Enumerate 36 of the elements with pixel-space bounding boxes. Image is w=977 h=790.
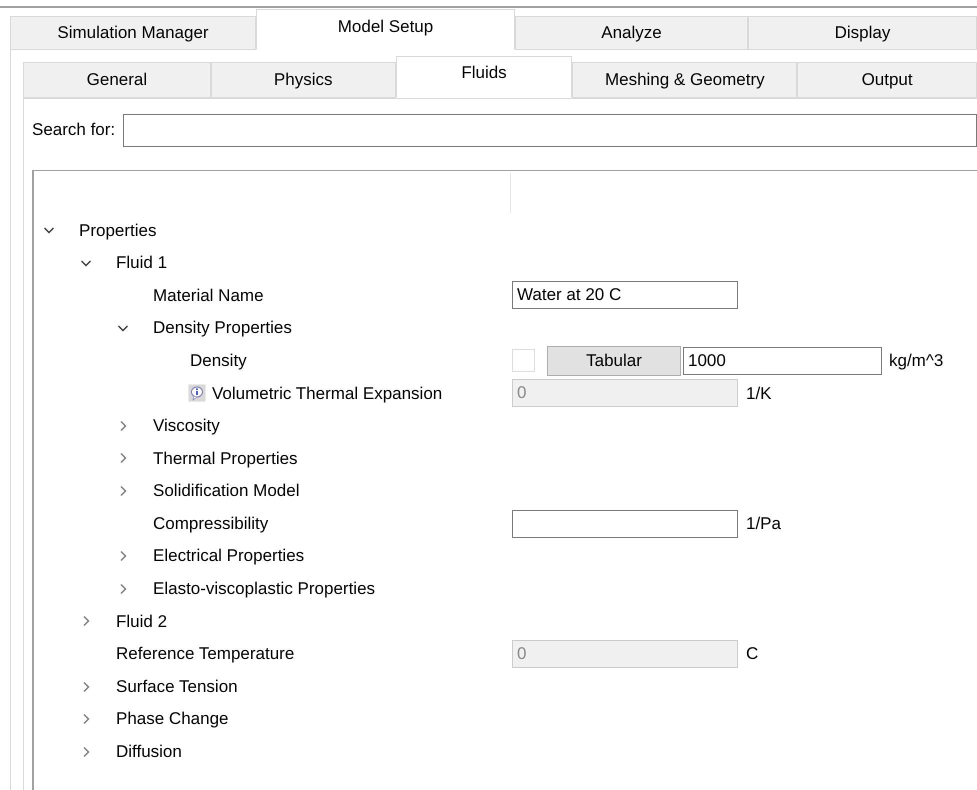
info-icon: [188, 384, 206, 402]
tree-label[interactable]: Thermal Properties: [153, 446, 298, 472]
unit-label: 1/Pa: [746, 512, 781, 535]
tab[interactable]: Output: [797, 62, 977, 98]
tab[interactable]: Physics: [210, 62, 396, 98]
tab[interactable]: Simulation Manager: [10, 16, 256, 50]
tree-label[interactable]: Density Properties: [153, 315, 292, 341]
tree-label[interactable]: Density: [190, 348, 247, 374]
unit-label: 1/K: [746, 382, 772, 405]
tree-label[interactable]: Solidification Model: [153, 478, 300, 504]
tab[interactable]: General: [23, 62, 211, 98]
tab[interactable]: Fluids: [396, 56, 572, 98]
tree-label[interactable]: Fluid 1: [116, 250, 168, 276]
tree-label[interactable]: Fluid 2: [116, 608, 168, 634]
tree-label[interactable]: Diffusion: [116, 739, 182, 765]
input-field[interactable]: [512, 510, 738, 538]
tab[interactable]: Analyze: [515, 16, 748, 50]
search-field[interactable]: [123, 114, 977, 146]
tabular-button[interactable]: Tabular: [547, 346, 681, 376]
search-label: Search for:: [32, 119, 116, 142]
tab[interactable]: Meshing & Geometry: [572, 62, 798, 98]
tree-label[interactable]: Elasto-viscoplastic Properties: [153, 576, 376, 602]
unit-label: kg/m^3: [889, 350, 944, 372]
tree-label[interactable]: Surface Tension: [116, 674, 238, 700]
tree-label[interactable]: Viscosity: [153, 413, 220, 439]
unit-label: C: [746, 643, 758, 666]
input-field[interactable]: Water at 20 C: [512, 281, 738, 310]
input-field[interactable]: 1000: [683, 346, 882, 375]
tree-label[interactable]: Compressibility: [153, 510, 268, 536]
tree-label[interactable]: Phase Change: [116, 706, 228, 732]
tab[interactable]: Model Setup: [256, 9, 515, 50]
tree-label[interactable]: Material Name: [153, 282, 264, 308]
tab[interactable]: Display: [748, 16, 977, 50]
checkbox[interactable]: [512, 349, 535, 372]
tree-label[interactable]: Properties: [79, 218, 156, 244]
tree-label[interactable]: Electrical Properties: [153, 543, 304, 569]
